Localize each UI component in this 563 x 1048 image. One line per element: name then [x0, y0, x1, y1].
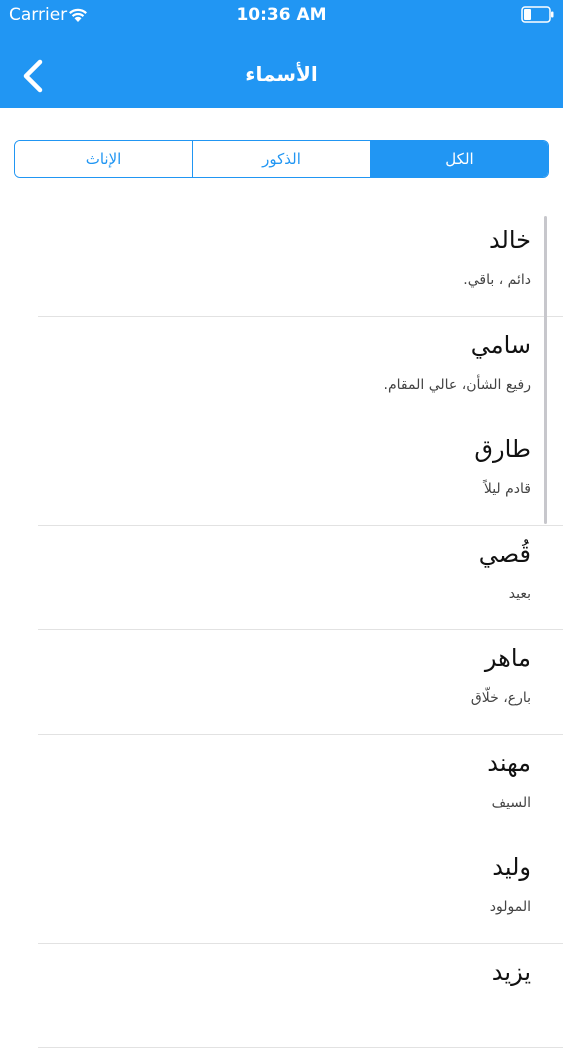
- item-meaning: دائم ، باقي.: [463, 272, 531, 288]
- item-name: مهند: [487, 749, 531, 777]
- item-meaning: قادم ليلاً: [484, 481, 531, 497]
- segment-males[interactable]: الذكور: [193, 141, 371, 177]
- list-item[interactable]: سامي رفيع الشأن، عالي المقام.: [38, 317, 563, 422]
- gender-segmented-control: الكل الذكور الإناث: [14, 140, 549, 178]
- item-meaning: السيف: [492, 795, 531, 811]
- names-list: خالد دائم ، باقي. سامي رفيع الشأن، عالي …: [38, 212, 563, 1048]
- item-name: ماهر: [485, 644, 531, 672]
- list-item[interactable]: مهند السيف: [38, 735, 563, 840]
- list-item[interactable]: يزيد: [38, 944, 563, 1048]
- list-item[interactable]: طارق قادم ليلاً: [38, 421, 563, 526]
- status-time: 10:36 AM: [0, 5, 563, 25]
- item-name: سامي: [471, 331, 531, 359]
- battery-icon: [521, 6, 555, 23]
- list-item[interactable]: وليد المولود: [38, 839, 563, 944]
- item-meaning: بارع، خلّاق: [471, 690, 531, 706]
- status-bar: Carrier 10:36 AM: [0, 0, 563, 30]
- item-meaning: رفيع الشأن، عالي المقام.: [384, 377, 531, 393]
- item-name: خالد: [489, 226, 531, 254]
- item-name: قُصي: [479, 540, 531, 568]
- list-item[interactable]: خالد دائم ، باقي.: [38, 212, 563, 317]
- list-item[interactable]: قُصي بعيد: [38, 526, 563, 631]
- list-scrollbar[interactable]: [544, 216, 547, 524]
- item-name: وليد: [492, 853, 531, 881]
- page-title: الأسماء: [0, 62, 563, 86]
- segment-females[interactable]: الإناث: [15, 141, 193, 177]
- navigation-bar: Carrier 10:36 AM الأسماء: [0, 0, 563, 108]
- item-name: طارق: [474, 435, 531, 463]
- item-meaning: بعيد: [509, 586, 531, 602]
- item-meaning: المولود: [490, 899, 531, 915]
- list-item[interactable]: ماهر بارع، خلّاق: [38, 630, 563, 735]
- item-name: يزيد: [492, 958, 531, 986]
- segment-all[interactable]: الكل: [371, 141, 548, 177]
